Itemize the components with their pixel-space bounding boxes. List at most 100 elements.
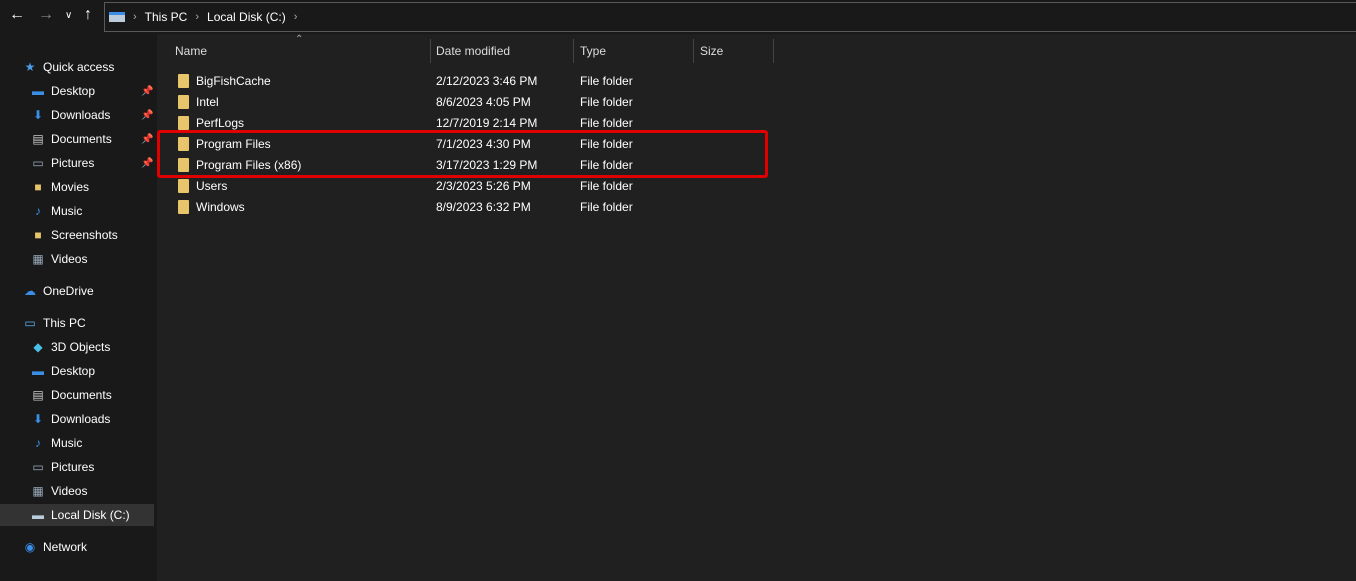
sidebar-item-label: OneDrive <box>43 284 94 298</box>
star-icon: ★ <box>24 60 36 74</box>
sidebar-item-label: Music <box>51 204 83 218</box>
cloud-icon: ☁ <box>24 284 36 298</box>
file-type: File folder <box>580 73 633 88</box>
folder-icon <box>178 73 189 88</box>
file-type: File folder <box>580 178 633 193</box>
sidebar-item[interactable]: ■ Screenshots <box>0 224 154 246</box>
file-row[interactable]: Intel 8/6/2023 4:05 PM File folder <box>157 91 777 112</box>
document-icon: ▤ <box>32 388 44 402</box>
sidebar-item[interactable]: ☁ OneDrive <box>0 280 154 302</box>
breadcrumb-local-disk[interactable]: Local Disk (C:) <box>207 10 286 24</box>
sidebar-item-label: Documents <box>51 132 112 146</box>
sidebar-item-label: 3D Objects <box>51 340 111 354</box>
folder-icon: ■ <box>34 228 42 242</box>
sidebar-item[interactable]: ▤ Documents 📌 <box>0 128 154 150</box>
sidebar-item-label: Videos <box>51 484 88 498</box>
chevron-right-icon[interactable]: › <box>294 11 298 23</box>
sidebar-item[interactable]: ◆ 3D Objects <box>0 336 154 358</box>
sidebar-item-label: Pictures <box>51 156 95 170</box>
sidebar-item[interactable]: ♪ Music <box>0 432 154 454</box>
sidebar-item-label: This PC <box>43 316 86 330</box>
file-date: 2/12/2023 3:46 PM <box>436 73 538 88</box>
download-icon: ⬇ <box>32 412 44 426</box>
picture-icon: ▭ <box>32 460 44 474</box>
file-type: File folder <box>580 199 633 214</box>
folder-icon: ■ <box>34 180 42 194</box>
sidebar-item[interactable]: ▤ Documents <box>0 384 154 406</box>
highlight-box <box>157 130 768 178</box>
file-name: Users <box>196 178 228 193</box>
file-name: PerfLogs <box>196 115 245 130</box>
file-date: 2/3/2023 5:26 PM <box>436 178 531 193</box>
sidebar-item-label: Desktop <box>51 84 96 98</box>
drive-icon: ▬ <box>32 508 44 522</box>
navigation-pane: ★ Quick access ▬ Desktop 📌 ⬇ Downloads 📌 ▤ Docume… <box>0 34 156 581</box>
sidebar-item-label: Screenshots <box>51 228 118 242</box>
breadcrumb-this-pc[interactable]: This PC <box>145 10 188 24</box>
file-name: Intel <box>196 94 219 109</box>
chevron-right-icon: › <box>195 11 200 23</box>
forward-button[interactable]: → <box>38 6 54 24</box>
cube-icon: ◆ <box>33 340 43 354</box>
file-date: 8/9/2023 6:32 PM <box>436 199 531 214</box>
pin-icon[interactable]: 📌 <box>141 134 153 145</box>
sidebar-item-label: Local Disk (C:) <box>51 508 130 522</box>
desktop-icon: ▬ <box>32 364 44 378</box>
sidebar-item[interactable]: ★ Quick access <box>0 56 154 78</box>
sidebar-item[interactable]: ⬇ Downloads <box>0 408 154 430</box>
folder-icon <box>178 94 189 109</box>
pin-icon[interactable]: 📌 <box>141 158 153 169</box>
folder-icon <box>178 115 189 130</box>
pin-icon[interactable]: 📌 <box>141 110 153 121</box>
sidebar-item-label: Videos <box>51 252 88 266</box>
recent-locations-chevron-down-icon[interactable]: ∨ <box>65 10 72 21</box>
file-name: Windows <box>196 199 245 214</box>
file-date: 12/7/2019 2:14 PM <box>436 115 538 130</box>
file-row[interactable]: Users 2/3/2023 5:26 PM File folder <box>157 175 777 196</box>
folder-icon <box>178 199 189 214</box>
sidebar-item[interactable]: ▬ Desktop 📌 <box>0 80 154 102</box>
folder-icon <box>178 178 189 193</box>
column-header-name[interactable]: Name <box>169 39 431 63</box>
sidebar-item[interactable]: ■ Movies <box>0 176 154 198</box>
download-icon: ⬇ <box>32 108 44 122</box>
document-icon: ▤ <box>32 132 44 146</box>
sidebar-item[interactable]: ◉ Network <box>0 536 154 558</box>
picture-icon: ▭ <box>32 156 44 170</box>
sidebar-item-label: Desktop <box>51 364 96 378</box>
sidebar-item-label: Network <box>43 540 88 554</box>
music-icon: ♪ <box>35 436 41 450</box>
file-date: 8/6/2023 4:05 PM <box>436 94 531 109</box>
file-row[interactable]: BigFishCache 2/12/2023 3:46 PM File fold… <box>157 70 777 91</box>
sidebar-item[interactable]: ▭ Pictures 📌 <box>0 152 154 174</box>
address-bar[interactable]: › This PC › Local Disk (C:) › <box>104 2 1356 32</box>
sidebar-item[interactable]: ▦ Videos <box>0 480 154 502</box>
file-type: File folder <box>580 115 633 130</box>
column-header-type[interactable]: Type <box>574 39 694 63</box>
chevron-right-icon: › <box>133 11 137 23</box>
sidebar-item[interactable]: ▦ Videos <box>0 248 154 270</box>
sidebar-item[interactable]: ▬ Local Disk (C:) <box>0 504 154 526</box>
up-button[interactable]: ↑ <box>84 6 92 24</box>
network-icon: ◉ <box>24 540 36 554</box>
sidebar-item-label: Music <box>51 436 83 450</box>
sidebar-item-label: Downloads <box>51 108 111 122</box>
column-header-size[interactable]: Size <box>694 39 774 63</box>
pin-icon[interactable]: 📌 <box>141 86 153 97</box>
sidebar-item[interactable]: ⬇ Downloads 📌 <box>0 104 154 126</box>
back-button[interactable]: ← <box>9 6 25 24</box>
sidebar-item-label: Pictures <box>51 460 95 474</box>
sidebar-item-label: Downloads <box>51 412 111 426</box>
video-icon: ▦ <box>32 484 44 498</box>
desktop-icon: ▬ <box>32 84 44 98</box>
column-header-date-modified[interactable]: Date modified <box>430 39 574 63</box>
sidebar-item[interactable]: ▭ This PC <box>0 312 154 334</box>
file-row[interactable]: Windows 8/9/2023 6:32 PM File folder <box>157 196 777 217</box>
toolbar: ← → ∨ ↑ › This PC › Local Disk (C:) › <box>0 0 1356 34</box>
sidebar-item-label: Movies <box>51 180 90 194</box>
sidebar-item[interactable]: ♪ Music <box>0 200 154 222</box>
sidebar-item[interactable]: ▬ Desktop <box>0 360 154 382</box>
sidebar-item-label: Documents <box>51 388 112 402</box>
file-list: ⌃ Name Date modified Type Size BigFishCa… <box>157 34 1356 581</box>
sidebar-item[interactable]: ▭ Pictures <box>0 456 154 478</box>
